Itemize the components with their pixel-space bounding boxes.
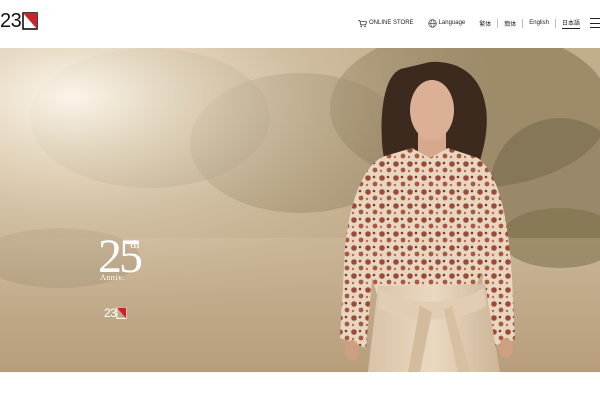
anniversary-badge: 25 th Anniv. [96,233,156,303]
nav-divider [522,18,524,28]
nav-divider [554,18,556,28]
logo-text: 23 [0,10,22,32]
header-nav: ONLINE STORE Language 繁体 簡体 English 日本語 [358,16,600,30]
lang-simp-chinese[interactable]: 簡体 [504,16,516,30]
lang-english[interactable]: English [529,16,549,30]
lang-japanese[interactable]: 日本語 [561,17,580,29]
hero-banner: 25 th Anniv. 23 [0,48,600,372]
online-store-label: ONLINE STORE [368,20,414,26]
hero-photo [0,48,600,372]
anniversary-logo-text: 23 [104,306,117,320]
anniversary-label: Anniv. [100,273,125,282]
anniversary-logo-mark-icon [116,307,128,319]
anniversary-suffix: th [130,237,140,251]
cart-icon [358,19,367,27]
site-header: 23 ONLINE STORE Language 繁体 簡体 English 日… [0,0,600,48]
logo-mark-icon [22,12,39,30]
brand-logo[interactable]: 23 [0,10,39,32]
globe-icon [427,18,437,28]
nav-divider [497,18,499,28]
language-selector[interactable]: Language [427,16,466,30]
online-store-link[interactable]: ONLINE STORE [358,16,414,30]
language-label: Language [438,20,466,26]
hamburger-menu-icon[interactable] [590,18,600,28]
lang-trad-chinese[interactable]: 繁体 [479,16,491,30]
anniversary-logo: 23 [104,306,128,320]
